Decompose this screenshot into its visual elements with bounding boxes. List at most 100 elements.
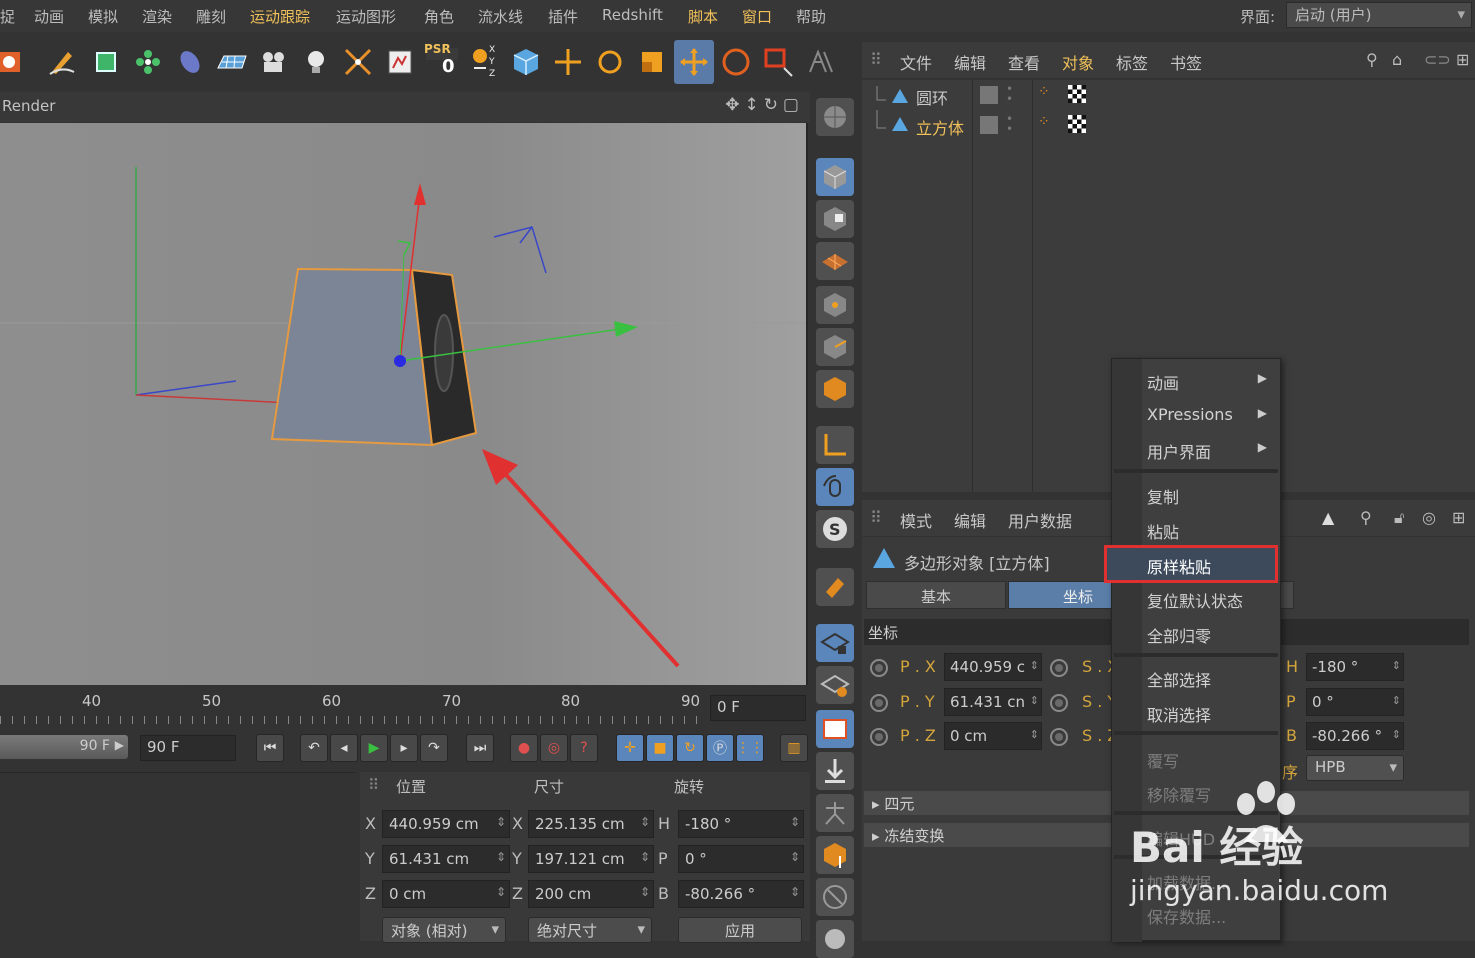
menu-redshift[interactable]: Redshift bbox=[602, 6, 663, 24]
key-rotation-icon[interactable]: ↻ bbox=[676, 734, 704, 762]
pen-spline-icon[interactable] bbox=[42, 40, 82, 84]
home-icon[interactable]: ⌂ bbox=[1392, 50, 1402, 69]
ctx-item-animation[interactable]: 动画 ▶ bbox=[1147, 365, 1277, 395]
ctx-item-deselect[interactable]: 取消选择 bbox=[1147, 697, 1277, 727]
menu-plugins[interactable]: 插件 bbox=[548, 6, 578, 27]
ctx-item-reset-default[interactable]: 复位默认状态 bbox=[1147, 583, 1277, 613]
menu-window[interactable]: 窗口 bbox=[742, 6, 772, 27]
character-icon[interactable] bbox=[816, 794, 854, 832]
workplane-lock-icon[interactable] bbox=[816, 624, 854, 662]
texture-tag-icon[interactable] bbox=[1068, 85, 1086, 103]
workplane-mode-icon[interactable] bbox=[816, 242, 854, 280]
search-icon[interactable]: ⚲ bbox=[1360, 508, 1372, 527]
goto-prev-key-icon[interactable]: ↶ bbox=[300, 734, 328, 762]
autokey-icon[interactable]: ◎ bbox=[540, 734, 568, 762]
menu-help[interactable]: 帮助 bbox=[796, 6, 826, 27]
apply-button[interactable]: 应用 bbox=[678, 917, 802, 943]
edges-mode-icon[interactable] bbox=[816, 328, 854, 366]
render-settings-icon[interactable] bbox=[0, 40, 30, 84]
coord-size-z-field[interactable]: 200 cm bbox=[528, 880, 654, 908]
p-x-field[interactable]: 440.959 c bbox=[944, 653, 1042, 681]
menu-render[interactable]: 渲染 bbox=[142, 6, 172, 27]
points-mode-icon[interactable] bbox=[816, 286, 854, 324]
om-menu-objects[interactable]: 对象 bbox=[1062, 50, 1094, 74]
p-z-radio[interactable] bbox=[870, 728, 888, 746]
texture-tag-icon[interactable] bbox=[1068, 115, 1086, 133]
ctx-item-paste-as-is[interactable]: 原样粘贴 bbox=[1147, 549, 1277, 579]
ctx-item-select-all[interactable]: 全部选择 bbox=[1147, 662, 1277, 692]
coord-rot-b-field[interactable]: -80.266 ° bbox=[678, 880, 804, 908]
coord-size-y-field[interactable]: 197.121 cm bbox=[528, 845, 654, 873]
r-b-field[interactable]: -80.266 ° bbox=[1306, 722, 1404, 750]
model-mode-icon[interactable] bbox=[816, 158, 854, 196]
menu-motion-tracking[interactable]: 运动跟踪 bbox=[250, 6, 310, 27]
camera-icon[interactable] bbox=[254, 40, 294, 84]
psr-icon[interactable]: PSR 0 bbox=[422, 40, 462, 84]
record-icon[interactable]: ● bbox=[510, 734, 538, 762]
scale-icon[interactable] bbox=[632, 40, 672, 84]
coord-pos-x-field[interactable]: 440.959 cm bbox=[382, 810, 510, 838]
step-forward-icon[interactable]: ▸ bbox=[390, 734, 418, 762]
coord-rot-p-field[interactable]: 0 ° bbox=[678, 845, 804, 873]
new-panel-icon[interactable]: ⊞ bbox=[1452, 508, 1465, 527]
ctx-item-user-interface[interactable]: 用户界面 ▶ bbox=[1147, 434, 1277, 464]
end-frame-field[interactable]: 90 F bbox=[140, 735, 236, 761]
layer-icon[interactable] bbox=[980, 116, 998, 134]
viewport-nav-icons[interactable]: ✥↕↻▢ bbox=[725, 95, 804, 115]
target-icon[interactable]: ◎ bbox=[1422, 508, 1436, 527]
primitive-cube-icon[interactable] bbox=[506, 40, 546, 84]
key-pla-icon[interactable]: ⋮⋮ bbox=[736, 734, 764, 762]
live-select-icon[interactable] bbox=[716, 40, 756, 84]
axis-mode-icon[interactable] bbox=[816, 426, 854, 464]
am-menu-edit[interactable]: 编辑 bbox=[954, 508, 986, 532]
visibility-dots-icon[interactable]: • • bbox=[1006, 113, 1013, 135]
timeline-menu-icon[interactable]: ▥ bbox=[780, 734, 808, 762]
rotation-order-dropdown[interactable]: HPB bbox=[1306, 755, 1404, 781]
om-menu-view[interactable]: 查看 bbox=[1008, 50, 1040, 74]
ctx-item-xpressions[interactable]: XPressions ▶ bbox=[1147, 400, 1277, 430]
goto-next-key-icon[interactable]: ↷ bbox=[420, 734, 448, 762]
object-row[interactable]: 圆环 • • ⁘ bbox=[862, 80, 1475, 110]
import-icon[interactable] bbox=[816, 752, 854, 790]
rect-select-icon[interactable] bbox=[758, 40, 798, 84]
om-menu-bookmarks[interactable]: 书签 bbox=[1170, 50, 1202, 74]
preview-range-slider[interactable]: 90 F bbox=[0, 735, 128, 759]
r-h-field[interactable]: -180 ° bbox=[1306, 653, 1404, 681]
phong-tag-icon[interactable]: ⁘ bbox=[1038, 84, 1050, 100]
current-frame-field[interactable]: 0 F bbox=[710, 695, 806, 721]
key-scale-icon[interactable]: ■ bbox=[646, 734, 674, 762]
menu-script[interactable]: 脚本 bbox=[688, 6, 718, 27]
ctx-item-reset-all[interactable]: 全部归零 bbox=[1147, 618, 1277, 648]
search-icon[interactable]: ⚲ bbox=[1366, 50, 1378, 69]
phong-tag-icon[interactable]: ⁘ bbox=[1038, 114, 1050, 130]
rotate-icon[interactable] bbox=[590, 40, 630, 84]
om-menu-tags[interactable]: 标签 bbox=[1116, 50, 1148, 74]
coord-rot-h-field[interactable]: -180 ° bbox=[678, 810, 804, 838]
tab-basic[interactable]: 基本 bbox=[866, 581, 1006, 609]
snap-icon[interactable]: S bbox=[816, 510, 854, 548]
coord-mode-dropdown[interactable]: 对象 (相对) bbox=[382, 917, 506, 943]
play-icon[interactable]: ▶ bbox=[360, 734, 388, 762]
viewport-window-icon[interactable] bbox=[816, 710, 854, 748]
s-x-radio[interactable] bbox=[1050, 659, 1068, 677]
tweak-mode-icon[interactable] bbox=[816, 468, 854, 506]
object-row-selected[interactable]: 立方体 • • ⁘ bbox=[862, 110, 1475, 140]
new-panel-icon[interactable]: ⊞ bbox=[1456, 50, 1469, 69]
lasso-icon[interactable] bbox=[800, 40, 840, 84]
coord-pos-z-field[interactable]: 0 cm bbox=[382, 880, 510, 908]
om-menu-file[interactable]: 文件 bbox=[900, 50, 932, 74]
p-z-field[interactable]: 0 cm bbox=[944, 722, 1042, 750]
key-position-icon[interactable]: ✛ bbox=[616, 734, 644, 762]
polygons-mode-icon[interactable] bbox=[816, 370, 854, 408]
s-z-radio[interactable] bbox=[1050, 728, 1068, 746]
ctx-item-copy[interactable]: 复制 bbox=[1147, 479, 1277, 509]
menu-animation[interactable]: 动画 bbox=[34, 6, 64, 27]
coord-pos-y-field[interactable]: 61.431 cm bbox=[382, 845, 510, 873]
timeline[interactable]: 40 50 60 70 80 90 0 F bbox=[0, 688, 810, 726]
keyframe-selection-icon[interactable]: ? bbox=[570, 734, 598, 762]
menu-sculpt[interactable]: 雕刻 bbox=[196, 6, 226, 27]
goto-end-icon[interactable]: ⏭ bbox=[466, 734, 494, 762]
menu-capture[interactable]: 捉 bbox=[0, 6, 15, 27]
move-icon[interactable] bbox=[548, 40, 588, 84]
cloner-icon[interactable] bbox=[128, 40, 168, 84]
